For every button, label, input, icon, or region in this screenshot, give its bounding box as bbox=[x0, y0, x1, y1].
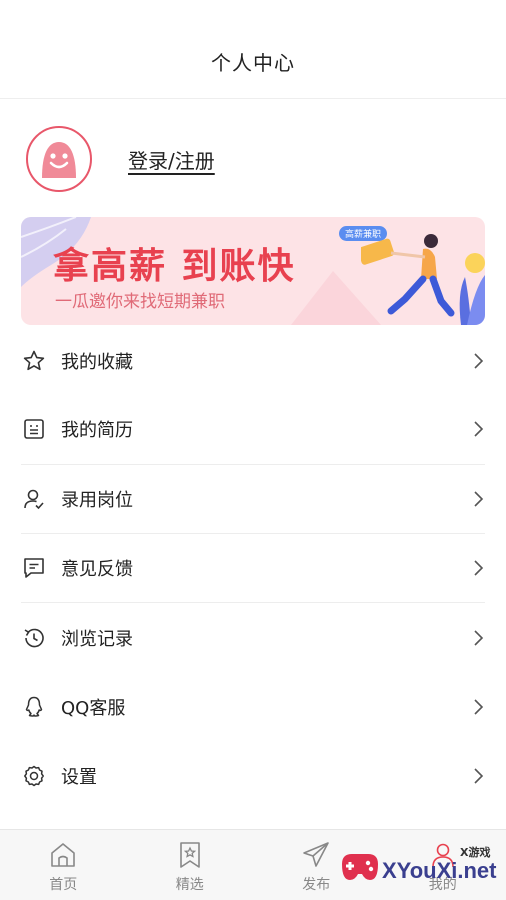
running-woman-illustration-icon bbox=[361, 234, 485, 325]
avatar[interactable] bbox=[26, 126, 92, 192]
gamepad-logo-icon bbox=[342, 854, 378, 880]
tab-label: 发布 bbox=[302, 877, 331, 893]
qq-icon bbox=[21, 694, 47, 720]
menu-label: 设置 bbox=[61, 767, 97, 789]
banner-headline: 拿高薪 到账快 bbox=[53, 246, 296, 287]
gear-icon bbox=[21, 763, 47, 789]
login-register-link[interactable]: 登录/注册 bbox=[128, 145, 215, 174]
home-icon bbox=[51, 843, 76, 867]
chevron-right-icon bbox=[474, 630, 484, 646]
menu-list: 我的收藏 我的简历 录用岗位 意见反馈 浏览记录 QQ客服 设置 bbox=[21, 326, 485, 811]
menu-item-history[interactable]: 浏览记录 bbox=[21, 603, 485, 672]
chevron-right-icon bbox=[474, 699, 484, 715]
menu-item-settings[interactable]: 设置 bbox=[21, 742, 485, 811]
menu-item-qq-service[interactable]: QQ客服 bbox=[21, 672, 485, 741]
star-icon bbox=[21, 348, 47, 374]
watermark: X游戏 XYouXi.net bbox=[338, 838, 504, 894]
menu-label: 意见反馈 bbox=[61, 559, 133, 581]
chevron-right-icon bbox=[474, 421, 484, 438]
page-header: 个人中心 bbox=[0, 0, 506, 99]
feedback-icon bbox=[21, 555, 47, 581]
tab-home[interactable]: 首页 bbox=[0, 830, 127, 900]
chevron-right-icon bbox=[474, 353, 484, 369]
chevron-right-icon bbox=[474, 491, 484, 507]
tab-label: 精选 bbox=[175, 877, 204, 893]
chevron-right-icon bbox=[474, 560, 484, 576]
menu-item-resume[interactable]: 我的简历 bbox=[21, 395, 485, 465]
menu-label: 录用岗位 bbox=[61, 489, 133, 511]
banner-subline: 一瓜邀你来找短期兼职 bbox=[55, 292, 225, 312]
menu-label: 浏览记录 bbox=[61, 628, 133, 650]
resume-icon bbox=[21, 416, 47, 442]
tab-label: 首页 bbox=[49, 877, 78, 893]
history-icon bbox=[21, 625, 47, 651]
menu-label: QQ客服 bbox=[61, 698, 126, 720]
page-title: 个人中心 bbox=[211, 51, 295, 75]
user-check-icon bbox=[21, 486, 47, 512]
tab-featured[interactable]: 精选 bbox=[127, 830, 254, 900]
menu-label: 我的简历 bbox=[61, 420, 133, 442]
watermark-brand: XYouXi.net bbox=[382, 858, 497, 883]
menu-item-favorites[interactable]: 我的收藏 bbox=[21, 326, 485, 395]
promo-banner[interactable]: 拿高薪 到账快 一瓜邀你来找短期兼职 高薪兼职 bbox=[21, 217, 485, 325]
menu-item-hired-positions[interactable]: 录用岗位 bbox=[21, 465, 485, 534]
menu-label: 我的收藏 bbox=[61, 351, 133, 373]
menu-item-feedback[interactable]: 意见反馈 bbox=[21, 534, 485, 604]
bookmark-star-icon bbox=[179, 842, 200, 868]
profile-section: 登录/注册 bbox=[26, 126, 486, 192]
paper-plane-icon bbox=[303, 842, 330, 867]
chevron-right-icon bbox=[474, 768, 484, 784]
smiley-avatar-icon bbox=[42, 142, 76, 178]
